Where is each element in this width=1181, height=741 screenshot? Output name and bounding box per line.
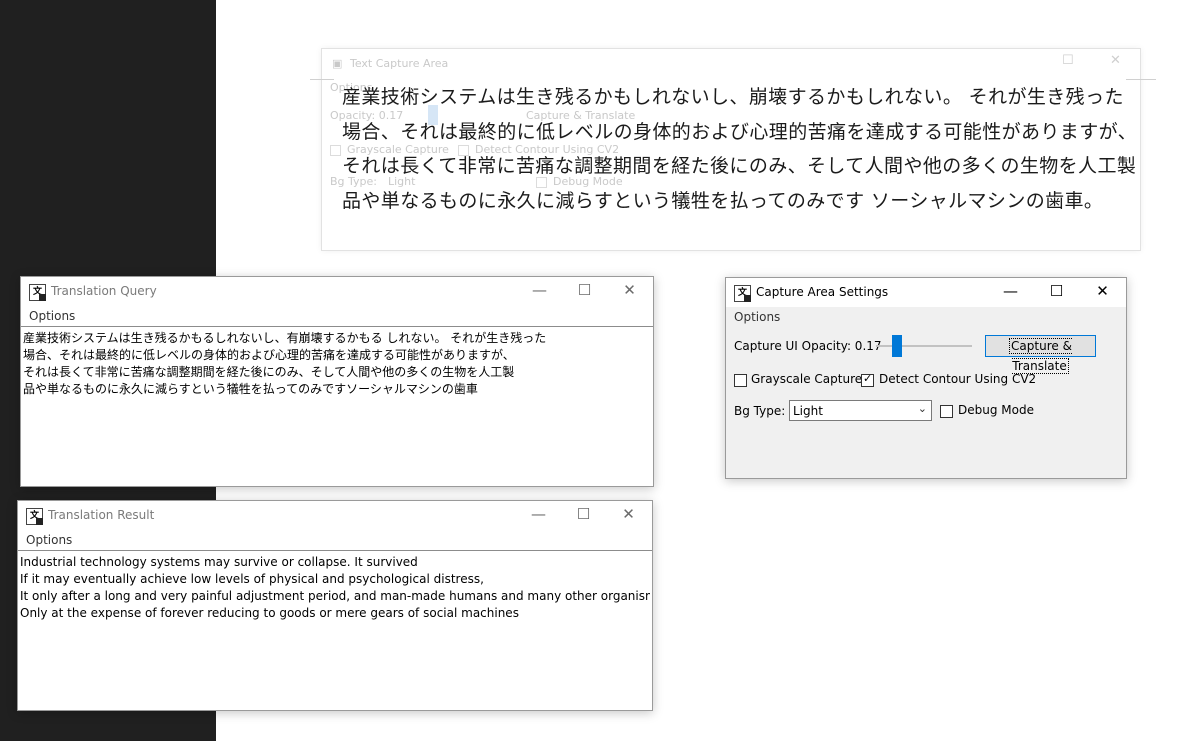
settings-panel: Capture UI Opacity: 0.17 Capture & Trans… [726,327,1126,478]
detect-contour-checkbox[interactable]: ✓ [861,372,874,387]
result-text-line: It only after a long and very painful ad… [20,589,650,603]
captured-text-line: それは長くて非常に苦痛な調整期間を経た後にのみ、そして人間や他の多くの生物を人工… [342,155,1137,177]
result-text-line: Industrial technology systems may surviv… [20,555,418,569]
title-bar[interactable]: 文 Capture Area Settings — ☐ ✕ [726,278,1126,307]
maximize-icon[interactable]: ☐ [562,277,607,306]
close-icon[interactable]: ✕ [607,277,652,306]
opacity-slider-thumb[interactable] [892,335,902,357]
minimize-icon[interactable]: — [516,501,561,530]
grayscale-label: Grayscale Capture [751,372,863,386]
query-text-area[interactable]: 産業技術システムは生き残るかもるしれないし、有崩壊するかもる しれない。 それが… [21,326,653,486]
captured-text-line: 場合、それは最終的に低レベルの身体的および心理的苦痛を達成する可能性がありますが… [342,120,1138,143]
capture-area-title: Text Capture Area [350,57,449,70]
captured-text-line: 産業技術システムは生き残るかもしれないし、崩壊するかもしれない。 それが生き残っ… [342,86,1124,108]
window-title: Translation Query [51,284,157,298]
bg-type-label: Bg Type: [734,404,786,418]
options-menu[interactable]: Options [18,530,652,550]
capture-translate-label: Capture & Translate [1009,338,1072,374]
app-icon: 文 [26,508,43,525]
minimize-icon[interactable]: — [988,278,1033,307]
captured-japanese-text: 産業技術システムは生き残るかもしれないし、崩壊するかもしれない。 それが生き残っ… [342,80,1138,218]
capture-area-grayscale-checkbox[interactable] [330,145,341,156]
capture-left-edge-line [310,79,334,80]
title-bar[interactable]: 文 Translation Query — ☐ ✕ [21,277,653,306]
result-text-area[interactable]: Industrial technology systems may surviv… [18,550,652,710]
result-text-line: Only at the expense of forever reducing … [20,606,519,620]
bg-type-value: Light [793,404,823,418]
window-title: Translation Result [48,508,155,522]
translation-result-window[interactable]: 文 Translation Result — ☐ ✕ Options Indus… [17,500,653,711]
capture-area-overlay[interactable]: ▣ Text Capture Area ☐ ✕ Options Opacity:… [310,48,1156,251]
query-text-line: 場合、それは最終的に低レベルの身体的および心理的苦痛を達成する可能性がありますが… [23,348,515,362]
bg-type-select[interactable]: Light ⌄ [789,400,932,421]
capture-area-close-icon[interactable]: ✕ [1110,53,1121,68]
detect-contour-label: Detect Contour Using CV2 [879,372,1037,386]
options-menu[interactable]: Options [726,307,1126,327]
capture-translate-button[interactable]: Capture & Translate [985,335,1096,374]
query-text-line: それは長くて非常に苦痛な調整期間を経た後にのみ、そして人間や他の多くの生物を人工… [23,365,515,379]
opacity-slider-track[interactable] [876,345,972,347]
chevron-down-icon: ⌄ [917,402,927,415]
title-bar[interactable]: 文 Translation Result — ☐ ✕ [18,501,652,530]
translation-query-window[interactable]: 文 Translation Query — ☐ ✕ Options 産業技術シス… [20,276,654,487]
capture-area-icon: ▣ [332,57,343,70]
opacity-label: Capture UI Opacity: 0.17 [734,339,882,353]
debug-mode-label: Debug Mode [958,403,1034,417]
window-title: Capture Area Settings [756,285,889,299]
capture-area-maximize-icon[interactable]: ☐ [1062,53,1074,68]
maximize-icon[interactable]: ☐ [561,501,606,530]
options-menu[interactable]: Options [21,306,653,326]
minimize-icon[interactable]: — [517,277,562,306]
maximize-icon[interactable]: ☐ [1034,278,1079,307]
captured-text-line: 品や単なるものに永久に減らすという犠牲を払ってのみです ソーシャルマシンの歯車。 [342,189,1104,212]
query-text-line: 品や単なるものに永久に減らすという犠牲を払ってのみですソーシャルマシンの歯車 [23,382,478,396]
app-icon: 文 [29,284,46,301]
close-icon[interactable]: ✕ [606,501,651,530]
result-text-line: If it may eventually achieve low levels … [20,572,484,586]
debug-mode-checkbox[interactable] [940,405,953,418]
close-icon[interactable]: ✕ [1080,278,1125,307]
capture-area-settings-window[interactable]: 文 Capture Area Settings — ☐ ✕ Options Ca… [725,277,1127,479]
grayscale-checkbox[interactable] [734,374,747,387]
checkmark-icon: ✓ [863,372,873,385]
query-text-line: 産業技術システムは生き残るかもるしれないし、有崩壊するかもる しれない。 それが… [23,331,547,345]
app-icon: 文 [734,285,751,302]
